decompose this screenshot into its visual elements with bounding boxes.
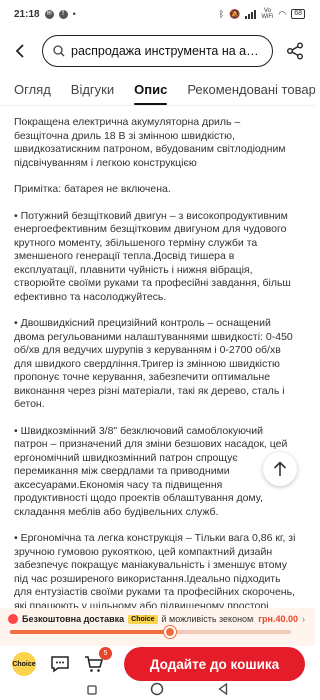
search-query: распродажа инструмента на аккумул...: [71, 44, 262, 58]
chevron-left-icon: [15, 44, 24, 58]
status-time: 21:18: [14, 8, 40, 20]
chat-button[interactable]: [50, 654, 70, 674]
promo-progress-knob: [164, 626, 177, 638]
promo-amount: грн.40.00: [258, 614, 298, 624]
description-paragraph: Примітка: батарея не включена.: [14, 183, 171, 195]
scroll-to-top-button[interactable]: [263, 452, 297, 486]
status-bar: 21:18 ✉ f • ᛒ 🔕 Vo WiFi ◠ 68: [0, 0, 315, 28]
home-icon: [151, 682, 164, 695]
add-to-cart-button[interactable]: Додайте до кошика: [124, 647, 305, 681]
free-shipping-promo[interactable]: Безкоштовна доставка Choice й можливість…: [0, 608, 315, 646]
promo-text: й можливість зекономити: [161, 614, 255, 624]
chat-icon: [51, 656, 69, 673]
message-icon: ✉: [44, 9, 54, 19]
home-button[interactable]: [150, 682, 164, 700]
search-input[interactable]: распродажа инструмента на аккумул...: [42, 35, 273, 67]
facebook-icon: f: [58, 9, 68, 19]
description-content: Покращена електрична акумуляторна дриль …: [0, 106, 315, 614]
description-paragraph: • Потужний безщітковий двигун – з високо…: [14, 209, 291, 303]
share-icon: [287, 42, 303, 60]
promo-line: Безкоштовна доставка Choice й можливість…: [8, 614, 305, 624]
description-paragraph: • Двошвидкісний прецизійний контроль – о…: [14, 317, 293, 410]
choice-button[interactable]: Choice: [12, 652, 36, 676]
arrow-up-icon: [273, 461, 287, 476]
battery-icon: 68: [291, 9, 305, 19]
signal-icon: [245, 9, 257, 19]
wifi-icon: ◠: [278, 8, 287, 19]
back-button[interactable]: [8, 39, 32, 63]
tab-reviews[interactable]: Відгуки: [71, 82, 114, 105]
share-button[interactable]: [283, 39, 307, 63]
back-triangle-icon: [218, 682, 228, 696]
system-nav-bar: [0, 682, 315, 700]
tab-recommended[interactable]: Рекомендовані товари: [187, 82, 315, 105]
description-paragraph: • Швидкозмінний 3/8" безключовий самобло…: [14, 424, 288, 518]
back-nav-button[interactable]: [218, 682, 228, 700]
tab-description[interactable]: Опис: [134, 82, 168, 105]
cart-count-badge: 5: [99, 647, 112, 660]
mute-icon: 🔕: [229, 8, 241, 19]
product-tabs: Огляд Відгуки Опис Рекомендовані товари: [0, 74, 315, 106]
description-paragraph: • Ергономічна та легка конструкція – Тіл…: [14, 532, 296, 612]
vowifi-label: Vo WiFi: [261, 8, 274, 20]
search-header: распродажа инструмента на аккумул...: [0, 28, 315, 74]
bluetooth-icon: ᛒ: [218, 9, 225, 19]
recent-apps-icon: [87, 685, 97, 695]
status-left: 21:18 ✉ f •: [14, 9, 76, 20]
choice-badge: Choice: [128, 614, 158, 624]
promo-progress-fill: [10, 630, 171, 634]
promo-progress-bar: [10, 626, 291, 638]
recent-apps-button[interactable]: [87, 682, 97, 700]
bottom-action-bar: Choice 5 Додайте до кошика: [0, 646, 315, 682]
search-icon: [53, 45, 65, 57]
promo-smile-icon: [8, 614, 18, 624]
promo-title: Безкоштовна доставка: [22, 614, 125, 624]
cart-button[interactable]: 5: [84, 647, 112, 674]
more-dots-icon: •: [72, 9, 76, 19]
description-paragraph: Покращена електрична акумуляторна дриль …: [14, 116, 286, 169]
tab-overview[interactable]: Огляд: [14, 82, 51, 105]
chevron-right-icon: ›: [302, 614, 305, 624]
status-right: ᛒ 🔕 Vo WiFi ◠ 68: [219, 8, 305, 20]
